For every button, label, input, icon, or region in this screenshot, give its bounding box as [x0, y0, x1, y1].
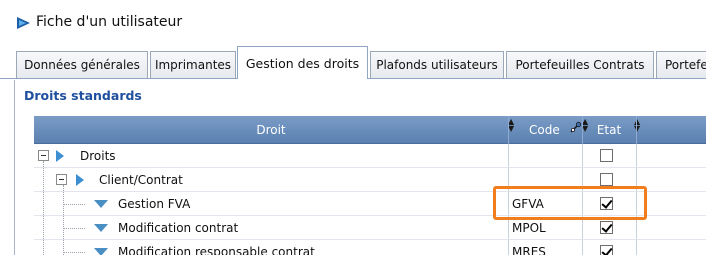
tab-label: Imprimantes — [154, 58, 232, 72]
tab-imprimantes[interactable]: Imprimantes — [150, 51, 236, 78]
collapse-minus-icon[interactable] — [56, 174, 67, 185]
pin-tool-icon[interactable] — [568, 121, 582, 135]
tab-plafonds-utilisateurs[interactable]: Plafonds utilisateurs — [370, 51, 504, 78]
sort-arrows-icon[interactable]: ▲ ▼ — [634, 118, 640, 133]
triangle-down-icon — [94, 200, 108, 208]
tab-label: Gestion des droits — [245, 56, 360, 71]
tab-gestion-des-droits[interactable]: Gestion des droits — [237, 46, 368, 79]
state-checkbox[interactable] — [600, 221, 613, 234]
triangle-down-icon — [94, 248, 108, 255]
state-checkbox[interactable] — [600, 149, 613, 162]
triangle-right-icon — [76, 174, 84, 186]
collapse-minus-icon[interactable] — [38, 150, 49, 161]
tab-label: Portefeuilles Contrats — [515, 58, 645, 72]
row-label: Modification contrat — [118, 221, 239, 235]
app-logo-icon — [17, 17, 30, 29]
highlight-annotation — [493, 186, 647, 220]
user-sheet-window: Fiche d'un utilisateur Données générales… — [0, 0, 706, 255]
triangle-right-icon — [56, 150, 64, 162]
column-header-droit[interactable]: Droit — [34, 116, 508, 144]
tab-portefeuilles-overflow[interactable]: Portefe — [656, 51, 706, 78]
title-bar: Fiche d'un utilisateur — [0, 0, 706, 40]
row-label: Modification responsable contrat — [118, 245, 315, 255]
tree-row-droits[interactable]: Droits — [34, 144, 706, 168]
column-header-etat[interactable]: Etat — [583, 116, 635, 144]
tab-donnees-generales[interactable]: Données générales — [16, 51, 148, 78]
column-divider[interactable] — [636, 116, 637, 144]
state-checkbox[interactable] — [600, 245, 613, 255]
tab-label: Portefe — [665, 58, 706, 72]
tab-label: Données générales — [24, 58, 140, 72]
section-title: Droits standards — [24, 88, 142, 103]
row-code: MRES — [512, 245, 546, 255]
row-label: Droits — [80, 149, 116, 163]
tree-row-modification-responsable-contrat[interactable]: Modification responsable contrat MRES — [34, 240, 706, 255]
row-label: Client/Contrat — [99, 173, 183, 187]
window-title: Fiche d'un utilisateur — [36, 14, 183, 30]
triangle-down-icon — [94, 224, 108, 232]
grid-header: Droit ▲ ▼ Code ▲ ▼ Etat ▲ ▼ — [34, 116, 706, 144]
row-label: Gestion FVA — [118, 197, 191, 211]
state-checkbox[interactable] — [600, 173, 613, 186]
tab-label: Plafonds utilisateurs — [376, 58, 498, 72]
tab-portefeuilles-contrats[interactable]: Portefeuilles Contrats — [506, 51, 654, 78]
